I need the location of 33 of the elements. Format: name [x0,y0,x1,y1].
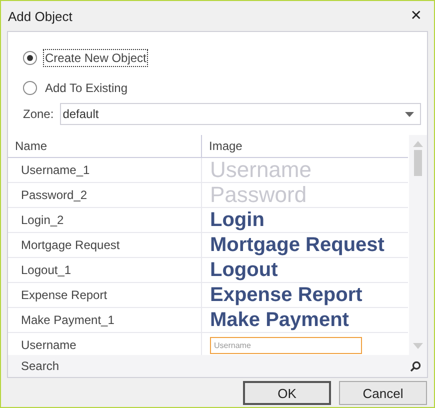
table-cell-text: Username [20,338,78,352]
zone-label: Zone: [23,107,54,121]
dialog-button[interactable]: Cancel [339,381,427,405]
image-text: Mortgage Request [210,234,384,256]
radio-button[interactable] [23,81,37,95]
zone-dropdown[interactable]: default [60,103,421,125]
image-field: Username [210,336,362,354]
dialog-button[interactable]: OK [243,381,331,405]
radio-option[interactable]: Add To Existing [23,73,427,103]
column-header[interactable]: Image [201,135,242,157]
table-cell-text: Logout_1 [20,263,72,277]
table-cell-text: Make Payment_1 [20,313,116,327]
scrollbar-thumb[interactable] [414,150,422,176]
image-text: Logout [210,258,278,282]
image-text: Login [210,208,264,232]
scrollbar[interactable] [409,135,427,355]
column-header[interactable]: Name [8,139,201,153]
close-button[interactable]: ✕ [406,8,426,24]
table-cell-text: Expense Report [20,288,108,302]
scroll-down-icon[interactable] [413,343,423,349]
scroll-up-icon[interactable] [413,141,423,147]
search-field[interactable]: Search [8,355,427,377]
search-icon [410,361,421,372]
window-title: Add Object [8,8,72,24]
image-text: Expense Report [210,284,362,306]
radio-button[interactable] [23,51,37,65]
table-cell-text: Password_2 [20,188,88,202]
table-cell-text: Username_1 [20,163,91,177]
radio-option[interactable]: Create New Object [23,43,427,73]
table-cell-text: Mortgage Request [20,238,121,252]
image-text: Make Payment [210,308,349,332]
table-cell-text: Login_2 [20,213,65,227]
caret-icon [405,112,414,116]
